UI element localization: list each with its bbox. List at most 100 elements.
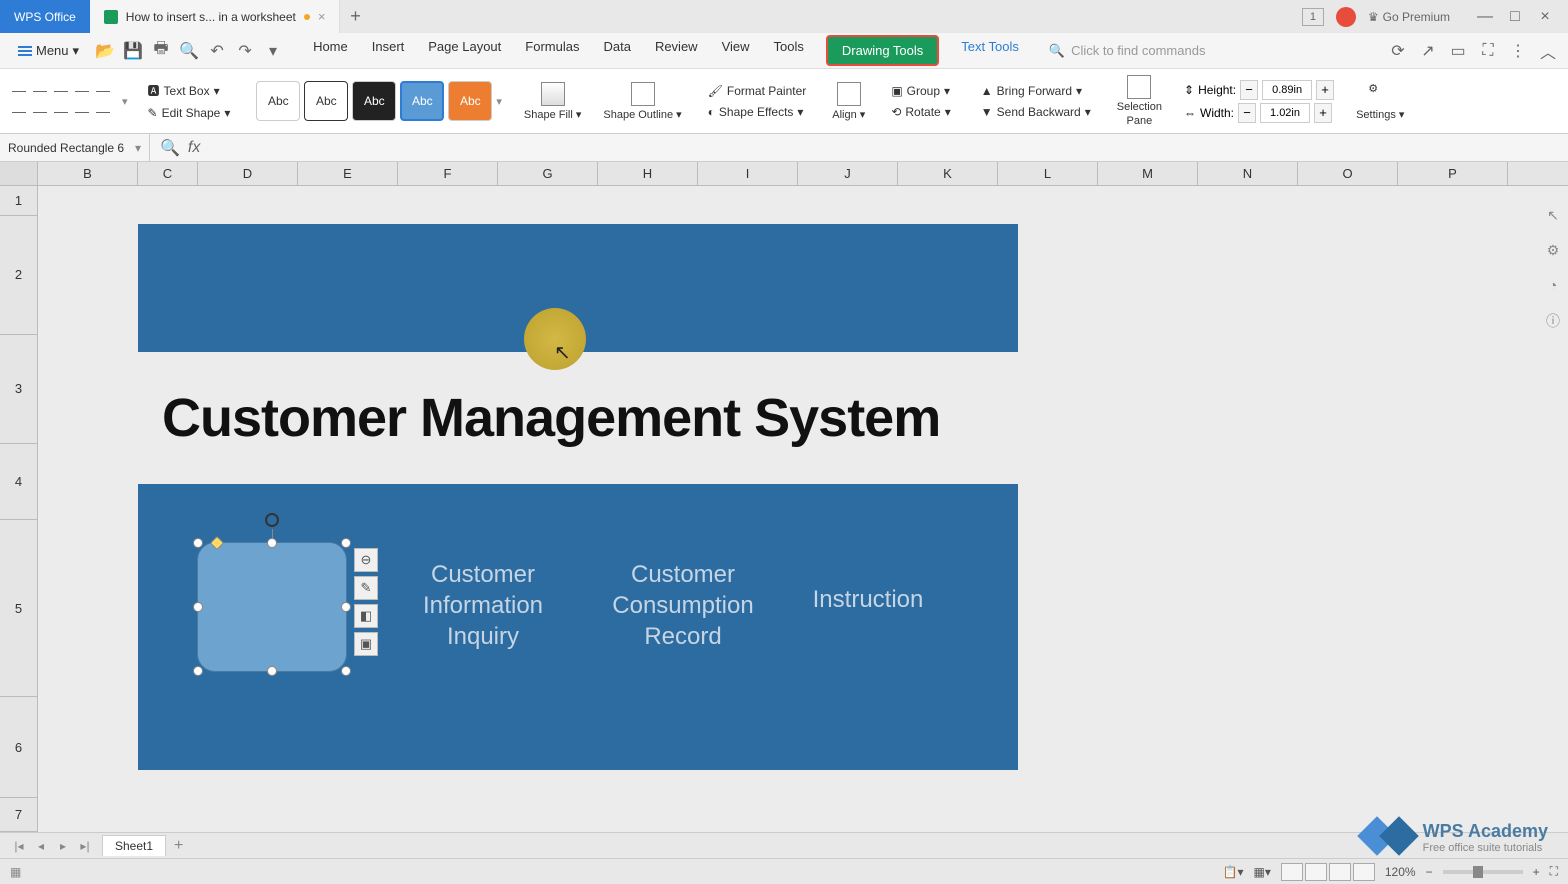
width-input[interactable] — [1260, 103, 1310, 123]
tab-view[interactable]: View — [720, 35, 752, 66]
zoom-level[interactable]: 120% — [1385, 865, 1416, 879]
selected-rounded-rectangle[interactable]: ⊖ ✎ ◧ ▣ — [197, 542, 347, 672]
ctx-fill-icon[interactable]: ◧ — [354, 604, 378, 628]
resize-handle[interactable] — [267, 538, 277, 548]
col-header[interactable]: D — [198, 162, 298, 185]
col-header[interactable]: I — [698, 162, 798, 185]
gallery-more-icon[interactable]: ▾ — [122, 95, 128, 108]
bring-forward-button[interactable]: ▲Bring Forward ▾ — [977, 82, 1095, 100]
shape-outline-button[interactable]: Shape Outline ▾ — [597, 82, 687, 121]
resize-handle[interactable] — [193, 666, 203, 676]
row-header[interactable]: 4 — [0, 444, 38, 520]
view-break[interactable] — [1329, 863, 1351, 881]
adjust-handle[interactable] — [210, 536, 224, 550]
zoom-slider[interactable] — [1443, 870, 1523, 874]
side-settings-icon[interactable]: ⚙ — [1547, 242, 1560, 259]
view-page[interactable] — [1305, 863, 1327, 881]
undo-icon[interactable]: ↶ — [207, 41, 227, 61]
rotate-button[interactable]: ⟲Rotate ▾ — [887, 103, 954, 121]
fullscreen-toggle-icon[interactable]: ⛶ — [1550, 864, 1558, 879]
tab-drawing-tools[interactable]: Drawing Tools — [826, 35, 939, 66]
col-header[interactable]: C — [138, 162, 198, 185]
shape-style-2[interactable]: Abc — [304, 81, 348, 121]
row-header[interactable]: 1 — [0, 186, 38, 216]
user-avatar[interactable] — [1336, 7, 1356, 27]
row-header[interactable]: 3 — [0, 335, 38, 445]
tab-page-layout[interactable]: Page Layout — [426, 35, 503, 66]
width-minus[interactable]: − — [1238, 103, 1256, 123]
tab-data[interactable]: Data — [601, 35, 632, 66]
tab-tools[interactable]: Tools — [772, 35, 806, 66]
fullscreen-icon[interactable]: ⛶ — [1478, 41, 1498, 61]
col-header[interactable]: P — [1398, 162, 1508, 185]
height-plus[interactable]: + — [1316, 80, 1334, 100]
height-minus[interactable]: − — [1240, 80, 1258, 100]
shape-fill-button[interactable]: Shape Fill ▾ — [518, 82, 588, 121]
sheet-next-icon[interactable]: ▸ — [54, 837, 72, 855]
ctx-edit-icon[interactable]: ✎ — [354, 576, 378, 600]
tab-insert[interactable]: Insert — [370, 35, 407, 66]
height-input[interactable] — [1262, 80, 1312, 100]
app-tab[interactable]: WPS Office — [0, 0, 90, 33]
maximize-button[interactable]: □ — [1502, 4, 1528, 30]
print-preview-icon[interactable]: 🔍 — [179, 41, 199, 61]
col-header[interactable]: J — [798, 162, 898, 185]
tab-formulas[interactable]: Formulas — [523, 35, 581, 66]
zoom-out-button[interactable]: − — [1426, 865, 1433, 879]
zoom-formula-icon[interactable]: 🔍 — [160, 138, 180, 158]
zoom-in-button[interactable]: + — [1533, 865, 1540, 879]
col-header[interactable]: G — [498, 162, 598, 185]
row-header[interactable]: 5 — [0, 520, 38, 697]
ctx-layout-icon[interactable]: ▣ — [354, 632, 378, 656]
col-header[interactable]: B — [38, 162, 138, 185]
side-cursor-icon[interactable]: ↖ — [1547, 207, 1559, 224]
align-button[interactable]: Align ▾ — [826, 82, 871, 121]
shape-effects-button[interactable]: ◐Shape Effects ▾ — [704, 103, 811, 121]
col-header[interactable]: N — [1198, 162, 1298, 185]
col-header[interactable]: M — [1098, 162, 1198, 185]
row-header[interactable]: 7 — [0, 798, 38, 832]
cell-area[interactable]: Customer Management System — [38, 186, 1568, 832]
side-help-icon[interactable]: ⓘ — [1546, 311, 1560, 331]
send-backward-button[interactable]: ▼Send Backward ▾ — [977, 103, 1095, 121]
sheet-tab[interactable]: Sheet1 — [102, 835, 166, 856]
share-icon[interactable]: ↗ — [1418, 41, 1438, 61]
qat-more-icon[interactable]: ▾ — [263, 41, 283, 61]
view-reading[interactable] — [1353, 863, 1375, 881]
sheet-last-icon[interactable]: ▸| — [76, 837, 94, 855]
shape-style-3[interactable]: Abc — [352, 81, 396, 121]
selection-pane-button[interactable]: SelectionPane — [1111, 75, 1168, 127]
ctx-collapse-icon[interactable]: ⊖ — [354, 548, 378, 572]
tab-home[interactable]: Home — [311, 35, 350, 66]
sync-icon[interactable]: ⟳ — [1388, 41, 1408, 61]
col-header[interactable]: L — [998, 162, 1098, 185]
shape-style-5[interactable]: Abc — [448, 81, 492, 121]
group-button[interactable]: ▣Group ▾ — [887, 82, 954, 100]
resize-handle[interactable] — [341, 666, 351, 676]
text-box-button[interactable]: 🅰Text Box▾ — [144, 80, 235, 101]
settings-button[interactable]: ⚙Settings ▾ — [1350, 82, 1410, 121]
select-all-corner[interactable] — [0, 162, 38, 185]
resize-handle[interactable] — [193, 602, 203, 612]
fx-label[interactable]: fx — [188, 139, 200, 157]
collapse-ribbon-icon[interactable]: ︿ — [1538, 41, 1558, 61]
more-icon[interactable]: ⋮ — [1508, 41, 1528, 61]
rotation-handle[interactable] — [265, 513, 279, 527]
resize-handle[interactable] — [341, 602, 351, 612]
minimize-button[interactable]: — — [1472, 4, 1498, 30]
width-plus[interactable]: + — [1314, 103, 1332, 123]
shape-style-1[interactable]: Abc — [256, 81, 300, 121]
print-icon[interactable]: 🖶 — [151, 41, 171, 61]
save-icon[interactable]: 💾 — [123, 41, 143, 61]
document-tab[interactable]: How to insert s... in a worksheet × — [90, 0, 341, 33]
tab-review[interactable]: Review — [653, 35, 700, 66]
command-search[interactable]: 🔍 Click to find commands — [1049, 43, 1206, 59]
style-more-icon[interactable]: ▾ — [496, 95, 502, 108]
sheet-prev-icon[interactable]: ◂ — [32, 837, 50, 855]
layout-icon[interactable]: ▭ — [1448, 41, 1468, 61]
tab-text-tools[interactable]: Text Tools — [959, 35, 1021, 66]
resize-handle[interactable] — [193, 538, 203, 548]
shape-style-4[interactable]: Abc — [400, 81, 444, 121]
go-premium-button[interactable]: ♛ Go Premium — [1368, 10, 1450, 24]
new-tab-button[interactable]: + — [340, 0, 370, 33]
